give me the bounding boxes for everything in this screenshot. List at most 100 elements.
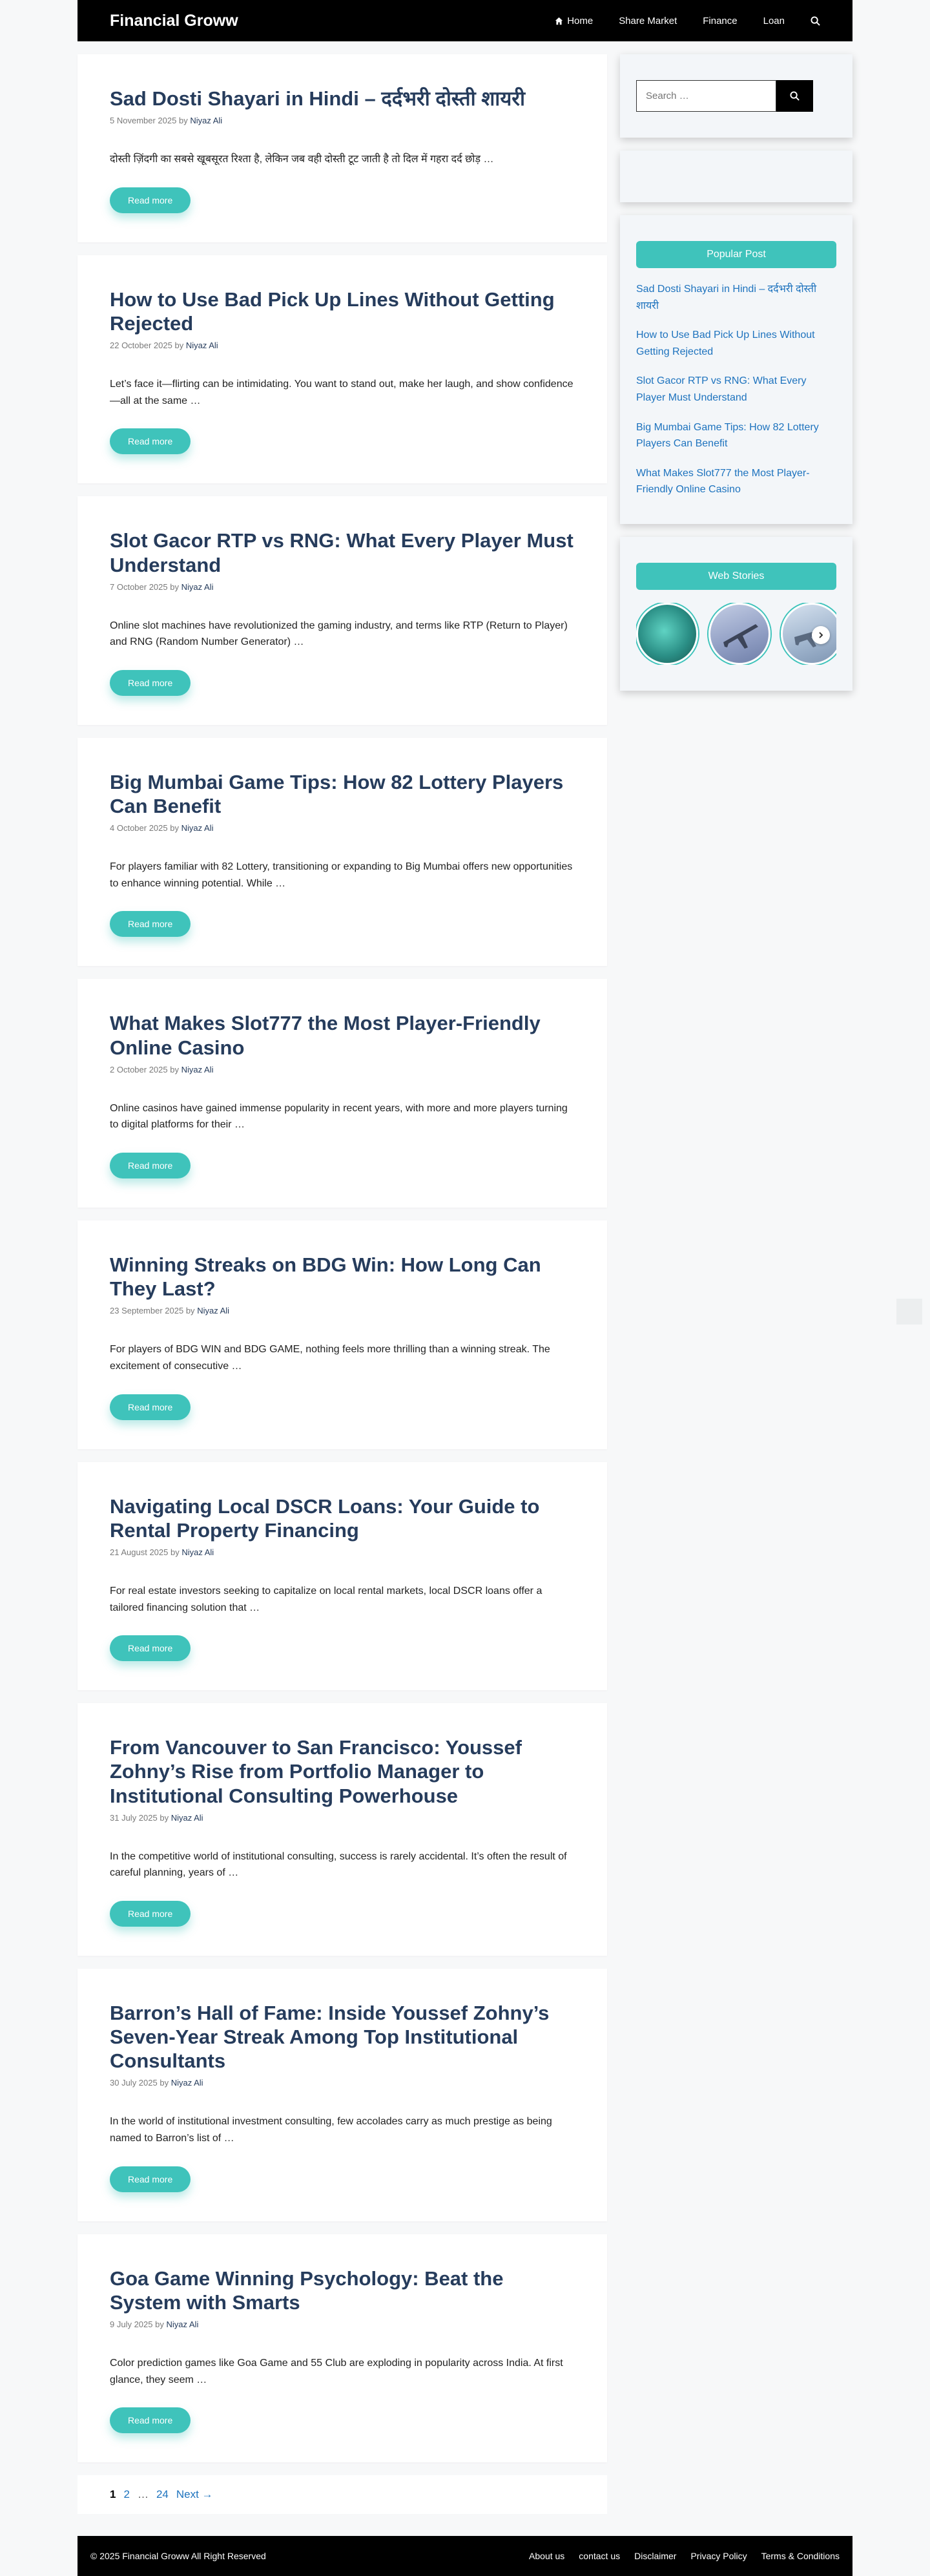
pagination-current: 1: [110, 2488, 116, 2501]
nav-share-market[interactable]: Share Market: [619, 16, 677, 26]
post-title[interactable]: What Makes Slot777 the Most Player-Frien…: [110, 1011, 575, 1059]
post-excerpt: For real estate investors seeking to cap…: [110, 1585, 542, 1613]
post-author[interactable]: Niyaz Ali: [186, 340, 218, 350]
post-excerpt: Online slot machines have revolutionized…: [110, 620, 568, 648]
post-by: by: [160, 1812, 169, 1823]
footer-link-about[interactable]: About us: [529, 2551, 564, 2561]
post-excerpt: Online casinos have gained immense popul…: [110, 1102, 568, 1131]
popular-post-link[interactable]: Big Mumbai Game Tips: How 82 Lottery Pla…: [636, 419, 836, 452]
read-more-button[interactable]: Read more: [110, 1635, 191, 1662]
post-date: 22 October 2025: [110, 340, 172, 351]
footer-link-privacy[interactable]: Privacy Policy: [690, 2551, 747, 2561]
post-date: 9 July 2025: [110, 2319, 153, 2330]
read-more-button[interactable]: Read more: [110, 2407, 191, 2434]
post-author[interactable]: Niyaz Ali: [181, 1065, 214, 1074]
post-meta: 7 October 2025 by Niyaz Ali: [110, 582, 575, 592]
popular-post-heading: Popular Post: [636, 241, 836, 268]
web-story-thumbnail[interactable]: [636, 602, 698, 665]
search-form: [636, 80, 836, 112]
nav-finance[interactable]: Finance: [703, 16, 737, 26]
search-input[interactable]: [636, 80, 776, 112]
post-date: 5 November 2025: [110, 116, 177, 126]
web-stories-widget: Web Stories: [620, 536, 852, 691]
pagination-last[interactable]: 24: [156, 2488, 169, 2501]
post-card: Navigating Local DSCR Loans: Your Guide …: [78, 1461, 607, 1691]
post-by: by: [160, 2078, 169, 2088]
plane-icon: [723, 623, 758, 649]
post-author[interactable]: Niyaz Ali: [171, 1813, 203, 1823]
post-date: 2 October 2025: [110, 1064, 168, 1074]
footer-link-terms[interactable]: Terms & Conditions: [761, 2551, 840, 2561]
post-title[interactable]: Winning Streaks on BDG Win: How Long Can…: [110, 1253, 575, 1301]
home-icon: [555, 17, 563, 25]
post-list: Sad Dosti Shayari in Hindi – दर्दभरी दोस…: [78, 54, 607, 2540]
pagination: 1 2 … 24 Next →: [78, 2475, 607, 2515]
post-author[interactable]: Niyaz Ali: [166, 2319, 198, 2329]
nav-finance-label: Finance: [703, 15, 738, 26]
post-title[interactable]: How to Use Bad Pick Up Lines Without Get…: [110, 288, 575, 335]
post-by: by: [170, 1064, 179, 1074]
popular-post-link[interactable]: Sad Dosti Shayari in Hindi – दर्दभरी दोस…: [636, 281, 836, 314]
search-widget: [620, 54, 852, 138]
post-author[interactable]: Niyaz Ali: [171, 2078, 203, 2088]
read-more-button[interactable]: Read more: [110, 428, 191, 455]
web-stories-carousel: [636, 602, 836, 665]
post-card: From Vancouver to San Francisco: Youssef…: [78, 1703, 607, 1956]
post-by: by: [170, 1547, 180, 1557]
stories-next-button[interactable]: [812, 625, 830, 644]
site-title[interactable]: Financial Groww: [110, 12, 238, 30]
read-more-button[interactable]: Read more: [110, 1394, 191, 1420]
pagination-next[interactable]: Next →: [176, 2488, 213, 2501]
read-more-button[interactable]: Read more: [110, 187, 191, 213]
post-meta: 2 October 2025 by Niyaz Ali: [110, 1065, 575, 1074]
popular-post-link[interactable]: How to Use Bad Pick Up Lines Without Get…: [636, 327, 836, 360]
post-date: 7 October 2025: [110, 581, 168, 592]
pagination-page[interactable]: 2: [123, 2488, 129, 2501]
post-date: 23 September 2025: [110, 1306, 184, 1316]
post-date: 30 July 2025: [110, 2078, 158, 2088]
post-title[interactable]: From Vancouver to San Francisco: Youssef…: [110, 1735, 575, 1808]
popular-post-link[interactable]: Slot Gacor RTP vs RNG: What Every Player…: [636, 373, 836, 406]
footer-link-contact[interactable]: contact us: [579, 2551, 620, 2561]
post-by: by: [155, 2319, 164, 2330]
post-excerpt: दोस्ती ज़िंदगी का सबसे खूबसूरत रिश्ता है…: [110, 154, 494, 165]
post-title[interactable]: Barron’s Hall of Fame: Inside Youssef Zo…: [110, 2001, 575, 2073]
read-more-button[interactable]: Read more: [110, 669, 191, 696]
post-card: How to Use Bad Pick Up Lines Without Get…: [78, 255, 607, 484]
post-author[interactable]: Niyaz Ali: [181, 582, 214, 592]
site-header: Financial Groww Home Share Market Financ…: [78, 0, 852, 41]
post-title[interactable]: Sad Dosti Shayari in Hindi – दर्दभरी दोस…: [110, 87, 575, 110]
read-more-button[interactable]: Read more: [110, 1153, 191, 1179]
post-excerpt: For players of BDG WIN and BDG GAME, not…: [110, 1344, 550, 1372]
post-author[interactable]: Niyaz Ali: [181, 1547, 214, 1557]
post-author[interactable]: Niyaz Ali: [197, 1306, 229, 1315]
read-more-button[interactable]: Read more: [110, 1900, 191, 1927]
site-footer: © 2025 Financial Groww All Right Reserve…: [78, 2536, 852, 2576]
post-card: Big Mumbai Game Tips: How 82 Lottery Pla…: [78, 737, 607, 967]
post-excerpt: Color prediction games like Goa Game and…: [110, 2358, 563, 2385]
post-date: 21 August 2025: [110, 1547, 169, 1557]
footer-links: About us contact us Disclaimer Privacy P…: [529, 2551, 840, 2561]
nav-home[interactable]: Home: [555, 16, 593, 26]
chevron-right-icon: [819, 632, 823, 638]
post-title[interactable]: Big Mumbai Game Tips: How 82 Lottery Pla…: [110, 770, 575, 818]
nav-search-button[interactable]: [811, 16, 820, 26]
read-more-button[interactable]: Read more: [110, 2166, 191, 2192]
post-author[interactable]: Niyaz Ali: [181, 823, 214, 833]
post-excerpt: Let’s face it—flirting can be intimidati…: [110, 379, 574, 406]
post-title[interactable]: Goa Game Winning Psychology: Beat the Sy…: [110, 2267, 575, 2314]
scroll-to-top-button[interactable]: [896, 1299, 922, 1325]
web-story-thumbnail[interactable]: [708, 602, 770, 665]
search-submit-button[interactable]: [776, 80, 813, 112]
content-area: Sad Dosti Shayari in Hindi – दर्दभरी दोस…: [78, 54, 852, 2540]
post-title[interactable]: Navigating Local DSCR Loans: Your Guide …: [110, 1494, 575, 1542]
post-author[interactable]: Niyaz Ali: [190, 116, 222, 125]
post-card: Slot Gacor RTP vs RNG: What Every Player…: [78, 496, 607, 725]
post-title[interactable]: Slot Gacor RTP vs RNG: What Every Player…: [110, 529, 575, 576]
popular-post-link[interactable]: What Makes Slot777 the Most Player-Frien…: [636, 465, 836, 498]
post-excerpt: In the competitive world of institutiona…: [110, 1850, 567, 1879]
read-more-button[interactable]: Read more: [110, 911, 191, 937]
search-icon: [790, 91, 800, 101]
nav-loan[interactable]: Loan: [763, 16, 785, 26]
footer-link-disclaimer[interactable]: Disclaimer: [634, 2551, 676, 2561]
